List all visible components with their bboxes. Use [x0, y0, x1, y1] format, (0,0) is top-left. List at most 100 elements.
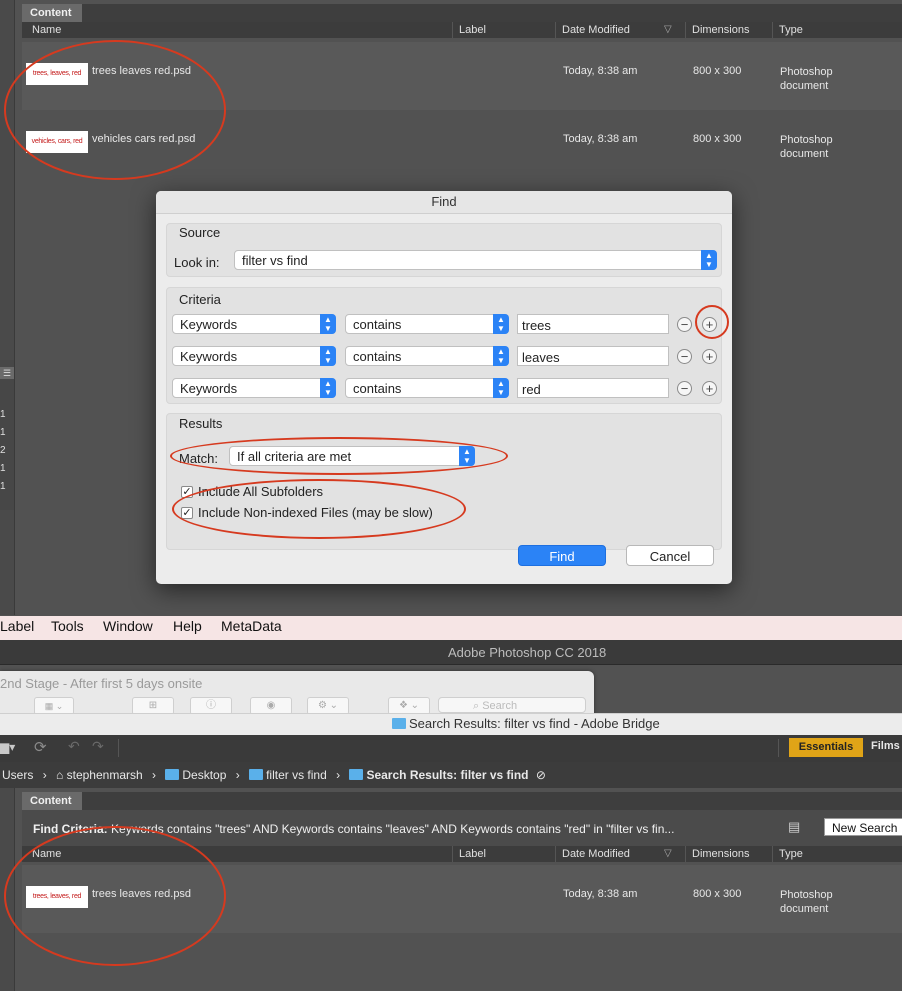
file-type: Photoshop document	[780, 65, 833, 93]
criteria-op-value: contains	[353, 317, 402, 332]
breadcrumb-desktop[interactable]: Desktop	[182, 768, 226, 782]
include-nonindexed-checkbox[interactable]: ✓	[181, 507, 193, 519]
new-search-button[interactable]: New Search	[824, 818, 902, 836]
breadcrumb-home[interactable]: stephenmarsh	[67, 768, 143, 782]
breadcrumb: Users › ⌂ stephenmarsh › Desktop › filte…	[2, 768, 546, 782]
top-content-tabbar	[22, 4, 902, 22]
dialog-title: Find	[156, 191, 732, 214]
bottom-column-header: Name Label Date Modified ▽ Dimensions Typ…	[22, 846, 902, 862]
remove-criterion-button[interactable]: −	[677, 317, 692, 332]
find-button[interactable]: Find	[518, 545, 606, 566]
find-criteria: Find Criteria: Keywords contains "trees"…	[33, 822, 674, 836]
include-subfolders-checkbox[interactable]: ✓	[181, 486, 193, 498]
column-label[interactable]: Label	[452, 846, 552, 862]
add-criterion-button[interactable]: +	[702, 381, 717, 396]
match-select[interactable]: If all criteria are met ▲ ▼	[229, 446, 475, 466]
remove-criterion-button[interactable]: −	[677, 381, 692, 396]
file-row[interactable]: trees, leaves, red trees leaves red.psd …	[22, 865, 902, 933]
left-edge-numbers: 1 1 2 1 1	[0, 406, 10, 496]
column-date-modified[interactable]: Date Modified ▽	[555, 22, 685, 38]
top-content-tab[interactable]: Content	[22, 4, 82, 22]
stepper-arrows-icon: ▲ ▼	[701, 250, 717, 270]
criteria-op-value: contains	[353, 381, 402, 396]
breadcrumb-users[interactable]: Users	[2, 768, 33, 782]
remove-criterion-button[interactable]: −	[677, 349, 692, 364]
look-in-select[interactable]: filter vs find ▲ ▼	[234, 250, 717, 270]
criteria-field-select[interactable]: Keywords ▲ ▼	[172, 378, 336, 398]
column-dimensions[interactable]: Dimensions	[685, 846, 773, 862]
stepper-arrows-icon: ▲ ▼	[493, 378, 509, 398]
criteria-heading: Criteria	[179, 292, 221, 307]
results-group: Results Match: If all criteria are met ▲ ▼…	[166, 413, 722, 550]
rotate-right-icon[interactable]: ↷	[92, 738, 104, 755]
menu-metadata[interactable]: MetaData	[221, 618, 282, 634]
file-type: Photoshop document	[780, 888, 833, 916]
include-nonindexed-label: Include Non-indexed Files (may be slow)	[198, 505, 433, 520]
column-name[interactable]: Name	[22, 22, 452, 38]
sort-chevron-icon[interactable]: ▽	[664, 846, 672, 862]
finder-search-placeholder: Search	[482, 700, 518, 712]
criteria-value-input[interactable]: leaves	[517, 346, 669, 366]
folder-icon	[165, 769, 180, 780]
rotate-left-icon[interactable]: ↶	[68, 738, 80, 755]
add-criterion-button[interactable]: +	[702, 317, 717, 332]
column-dimensions[interactable]: Dimensions	[685, 22, 773, 38]
finder-search-input[interactable]: ⌕ Search	[438, 697, 586, 713]
find-criteria-label: Find Criteria:	[33, 822, 108, 836]
file-row[interactable]: vehicles, cars, red vehicles cars red.ps…	[22, 110, 902, 178]
folder-icon	[392, 718, 406, 729]
criteria-op-select[interactable]: contains ▲ ▼	[345, 378, 509, 398]
menu-help[interactable]: Help	[173, 618, 202, 634]
workspace-essentials[interactable]: Essentials	[789, 738, 863, 757]
save-search-icon[interactable]: ▤	[788, 819, 800, 835]
photoshop-title: Adobe Photoshop CC 2018	[448, 645, 607, 660]
sort-chevron-icon[interactable]: ▽	[664, 22, 672, 38]
stepper-arrows-icon: ▲ ▼	[459, 446, 475, 466]
column-type[interactable]: Type	[772, 846, 902, 862]
stepper-arrows-icon: ▲ ▼	[493, 346, 509, 366]
menu-tools[interactable]: Tools	[51, 618, 84, 634]
criteria-op-select[interactable]: contains ▲ ▼	[345, 314, 509, 334]
column-label[interactable]: Label	[452, 22, 552, 38]
file-type-line2: document	[780, 80, 829, 92]
look-in-value: filter vs find	[242, 253, 308, 268]
criteria-op-select[interactable]: contains ▲ ▼	[345, 346, 509, 366]
criteria-field-select[interactable]: Keywords ▲ ▼	[172, 346, 336, 366]
breadcrumb-chevron-icon: ›	[336, 768, 341, 782]
column-name[interactable]: Name	[22, 846, 452, 862]
breadcrumb-folder[interactable]: filter vs find	[266, 768, 327, 782]
folder-icon	[249, 769, 264, 780]
criteria-value-input[interactable]: trees	[517, 314, 669, 334]
workspace-films[interactable]: Films	[871, 740, 900, 752]
file-thumbnail: trees, leaves, red	[26, 63, 88, 85]
file-type-line1: Photoshop	[780, 889, 833, 901]
file-row[interactable]: trees, leaves, red trees leaves red.psd …	[22, 42, 902, 110]
top-column-header: Name Label Date Modified ▽ Dimensions Typ…	[22, 22, 902, 38]
column-type[interactable]: Type	[772, 22, 902, 38]
column-date-modified[interactable]: Date Modified ▽	[555, 846, 685, 862]
cancel-button[interactable]: Cancel	[626, 545, 714, 566]
criteria-field-select[interactable]: Keywords ▲ ▼	[172, 314, 336, 334]
stepper-arrows-icon: ▲ ▼	[493, 314, 509, 334]
document-dropdown-icon[interactable]: ▆▾	[0, 740, 15, 754]
folder-icon	[349, 769, 364, 780]
criteria-field-value: Keywords	[180, 349, 238, 364]
criteria-value-input[interactable]: red	[517, 378, 669, 398]
breadcrumb-search-results[interactable]: Search Results: filter vs find	[366, 768, 528, 782]
menu-bar: Label Tools Window Help MetaData	[0, 616, 902, 640]
file-dimensions: 800 x 300	[693, 888, 742, 900]
menu-label[interactable]: Label	[0, 618, 34, 634]
top-left-sidebar-strip	[0, 0, 15, 615]
top-left-panel-menu-icon[interactable]: ☰	[0, 367, 14, 379]
stop-icon[interactable]: ⊘	[536, 768, 546, 782]
bottom-content-tab[interactable]: Content	[22, 792, 82, 810]
refresh-icon[interactable]: ⟳	[34, 738, 47, 756]
left-edge-number: 1	[0, 409, 6, 420]
menu-window[interactable]: Window	[103, 618, 153, 634]
source-group: Source Look in: filter vs find ▲ ▼	[166, 223, 722, 277]
file-thumbnail: trees, leaves, red	[26, 886, 88, 908]
match-label: Match:	[179, 451, 219, 466]
add-criterion-button[interactable]: +	[702, 349, 717, 364]
file-name: trees leaves red.psd	[92, 65, 192, 77]
match-value: If all criteria are met	[237, 449, 352, 464]
